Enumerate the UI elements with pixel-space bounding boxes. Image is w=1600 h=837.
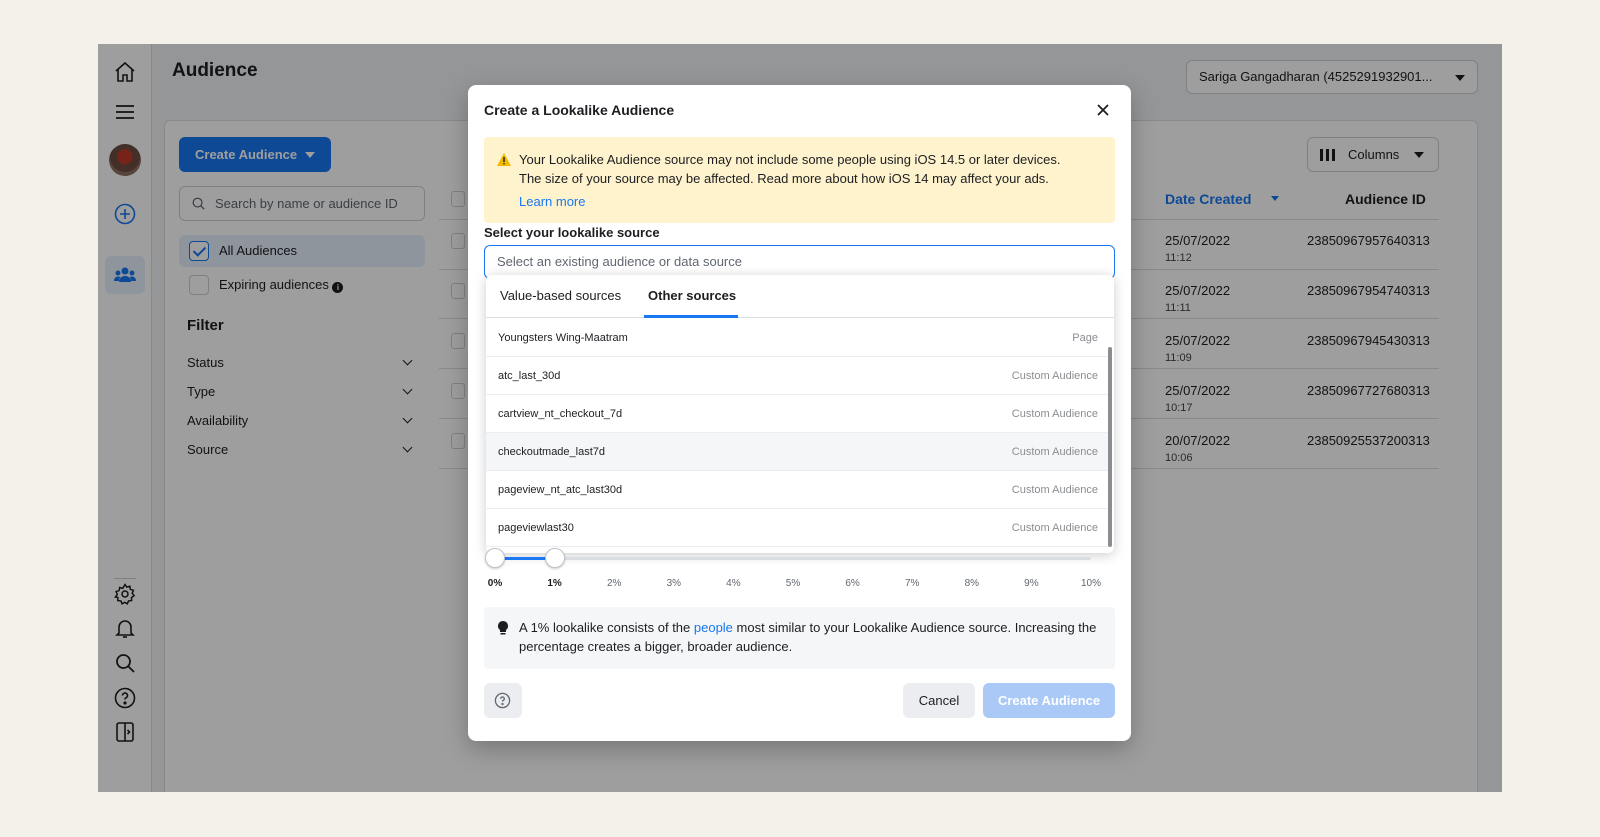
source-type: Custom Audience [1011, 522, 1098, 534]
source-type: Custom Audience [1011, 446, 1098, 458]
lightbulb-icon [498, 621, 508, 635]
create-audience-submit-button[interactable]: Create Audience [983, 683, 1115, 718]
people-link[interactable]: people [694, 620, 733, 635]
close-icon[interactable] [1093, 100, 1113, 120]
source-option[interactable]: Youngsters Wing-Maatram Page [486, 319, 1108, 357]
learn-more-link[interactable]: Learn more [519, 192, 1099, 211]
slider-start-handle[interactable] [485, 548, 505, 568]
source-name: Youngsters Wing-Maatram [498, 332, 628, 344]
source-name: pageview_nt_atc_last30d [498, 484, 623, 496]
source-type: Page [1072, 332, 1098, 344]
source-type: Custom Audience [1011, 370, 1098, 382]
source-type: Custom Audience [1011, 408, 1098, 420]
source-name: atc_last_30d [498, 370, 561, 382]
slider-tick-label: 2% [606, 578, 622, 589]
source-option[interactable]: pageview_nt_atc_last30d Custom Audience [486, 471, 1108, 509]
lookalike-modal: Create a Lookalike Audience Your Lookali… [468, 85, 1131, 741]
tip-text-part1: A 1% lookalike consists of the [519, 620, 694, 635]
help-button[interactable] [484, 683, 522, 718]
modal-title: Create a Lookalike Audience [484, 102, 675, 118]
slider-tick-label: 3% [666, 578, 682, 589]
slider-tick-label: 0% [487, 578, 503, 589]
tab-other-sources[interactable]: Other sources [648, 288, 736, 303]
active-tab-indicator [644, 315, 738, 318]
source-name: checkoutmade_last7d [498, 446, 606, 458]
slider-tick-label: 6% [845, 578, 860, 589]
lookalike-tip: A 1% lookalike consists of the people mo… [484, 607, 1115, 669]
slider-tick-label: 1% [547, 578, 562, 589]
source-option[interactable]: pageviewlast30 Custom Audience [486, 509, 1108, 547]
source-option[interactable]: atc_last_30d Custom Audience [486, 357, 1108, 395]
lookalike-source-input[interactable]: Select an existing audience or data sour… [484, 245, 1115, 279]
source-label: Select your lookalike source [484, 225, 660, 240]
slider-tick-label: 8% [964, 578, 980, 589]
source-name: cartview_nt_checkout_7d [498, 408, 623, 420]
slider-tick-label: 7% [904, 578, 920, 589]
slider-tick-label: 10% [1080, 578, 1102, 589]
source-tabs: Value-based sources Other sources [486, 275, 1114, 318]
source-option[interactable]: cartview_nt_checkout_7d Custom Audience [486, 395, 1108, 433]
source-type: Custom Audience [1011, 484, 1098, 496]
warning-text-line1: Your Lookalike Audience source may not i… [519, 152, 1061, 167]
tab-value-based-sources[interactable]: Value-based sources [500, 288, 621, 303]
cancel-button[interactable]: Cancel [903, 683, 975, 718]
slider-end-handle[interactable] [544, 548, 565, 568]
warning-icon [497, 153, 511, 166]
ios-warning-banner: Your Lookalike Audience source may not i… [484, 137, 1115, 223]
warning-text-line2: The size of your source may be affected.… [519, 171, 1049, 186]
source-option[interactable]: checkoutmade_last7d Custom Audience [486, 433, 1108, 471]
source-placeholder: Select an existing audience or data sour… [497, 254, 742, 269]
slider-tick-label: 4% [726, 578, 741, 589]
source-dropdown: Value-based sources Other sources Youngs… [486, 275, 1114, 553]
question-icon [494, 692, 511, 709]
source-name: pageviewlast30 [498, 522, 574, 534]
dropdown-scrollbar[interactable] [1108, 347, 1112, 547]
slider-tick-label: 5% [785, 578, 801, 589]
audience-size-slider[interactable] [495, 557, 1091, 560]
slider-tick-label: 9% [1024, 578, 1039, 589]
